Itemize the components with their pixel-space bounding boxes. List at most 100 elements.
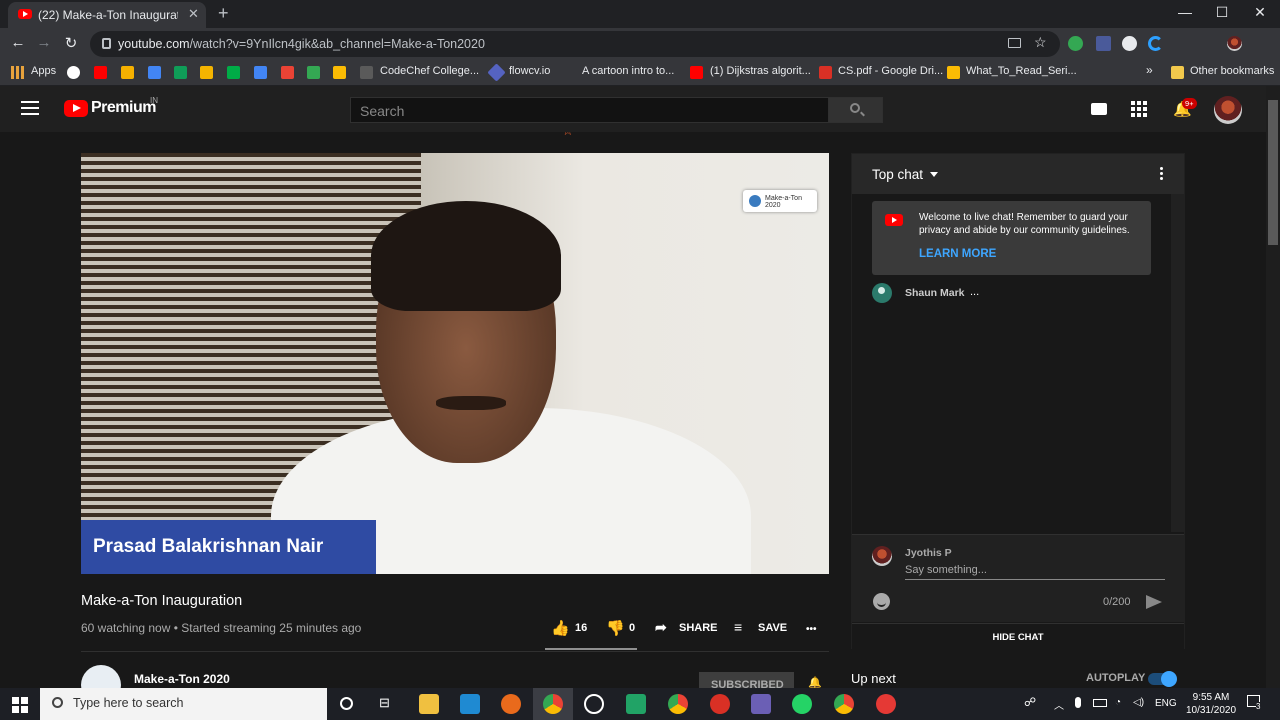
emoji-icon[interactable] <box>873 593 890 610</box>
chat-menu-icon[interactable] <box>1160 167 1163 182</box>
clock[interactable]: 9:55 AM 10/31/2020 <box>1183 691 1239 717</box>
like-thumb-icon[interactable]: 👍 <box>551 619 570 637</box>
microphone-icon[interactable] <box>1075 697 1081 708</box>
wifi-icon[interactable]: ◔ <box>1115 697 1121 708</box>
search-button[interactable] <box>828 97 883 123</box>
search-input[interactable]: Search <box>350 97 829 123</box>
flowcv-icon[interactable] <box>487 63 506 82</box>
chrome-profile-icon-4[interactable] <box>834 694 854 714</box>
extension-c-icon[interactable] <box>1148 36 1163 51</box>
bookmark-flame-icon[interactable] <box>121 66 134 79</box>
tab-close-icon[interactable]: ✕ <box>188 6 199 22</box>
back-button[interactable]: ← <box>9 34 27 51</box>
like-count[interactable]: 16 <box>575 622 587 634</box>
chat-input[interactable]: Say something... <box>905 564 1165 580</box>
vscode-icon[interactable] <box>460 694 480 714</box>
chrome-icon[interactable] <box>543 694 563 714</box>
google-keep-icon[interactable] <box>200 66 213 79</box>
apps-grid-icon[interactable] <box>11 66 24 79</box>
gmail-icon[interactable] <box>281 66 294 79</box>
chat-author-avatar[interactable] <box>872 283 892 303</box>
battery-icon[interactable] <box>1093 699 1107 707</box>
other-bookmarks[interactable]: Other bookmarks <box>1190 65 1274 77</box>
taskbar-search-input[interactable]: Type here to search <box>40 688 327 720</box>
video-player[interactable]: Make-a-Ton 2020 Prasad Balakrishnan Nair <box>81 153 829 574</box>
dislike-count[interactable]: 0 <box>629 622 635 634</box>
send-icon[interactable] <box>1146 595 1162 609</box>
scrollbar-thumb[interactable] <box>1268 100 1278 245</box>
apps-grid-icon-yt[interactable] <box>1131 101 1147 117</box>
task-view-icon[interactable]: ⊟ <box>379 695 390 711</box>
address-bar[interactable]: youtube.com/watch?v=9YnIlcn4gik&ab_chann… <box>90 31 1060 57</box>
github-icon[interactable] <box>67 66 80 79</box>
extension-circle-icon[interactable] <box>1122 36 1137 51</box>
codechef-icon[interactable] <box>360 66 373 79</box>
tray-overflow-icon[interactable]: ︿ <box>1054 697 1064 712</box>
menu-hamburger-icon[interactable] <box>21 101 39 115</box>
bookmark-dijkstras[interactable]: (1) Dijkstras algorit... <box>710 65 811 77</box>
app-purple-icon[interactable] <box>751 694 771 714</box>
pdf-icon[interactable] <box>819 66 832 79</box>
people-icon[interactable]: ☍ <box>1024 695 1036 709</box>
subscribe-button[interactable]: SUBSCRIBED <box>699 672 794 688</box>
file-explorer-icon[interactable] <box>419 694 439 714</box>
close-window-button[interactable]: ✕ <box>1250 4 1270 21</box>
windows-start-icon[interactable] <box>12 697 28 713</box>
bookmark-star-icon[interactable]: ☆ <box>1034 34 1047 51</box>
chrome-profile-icon-5[interactable] <box>876 694 896 714</box>
google-calendar-icon[interactable] <box>254 66 267 79</box>
cast-icon[interactable] <box>1008 38 1021 48</box>
chat-author-name[interactable]: Shaun Mark <box>905 287 965 299</box>
channel-name[interactable]: Make-a-Ton 2020 <box>134 672 230 686</box>
save-button[interactable]: SAVE <box>758 622 787 634</box>
maximize-button[interactable]: ☐ <box>1212 4 1232 21</box>
google-sheets-icon[interactable] <box>174 66 187 79</box>
extension-pen-icon[interactable] <box>1096 36 1111 51</box>
bookmark-flowcv[interactable]: flowcv.io <box>509 65 550 77</box>
youtube-bookmark-icon[interactable] <box>94 66 107 79</box>
minimize-button[interactable]: — <box>1175 4 1195 20</box>
save-playlist-icon[interactable]: ≡ <box>734 619 742 635</box>
url-text[interactable]: youtube.com/watch?v=9YnIlcn4gik&ab_chann… <box>118 37 485 51</box>
page-scrollbar[interactable] <box>1266 86 1280 688</box>
google-drive-icon-2[interactable] <box>947 66 960 79</box>
chat-scrollbar[interactable] <box>1171 194 1184 532</box>
hide-chat-button[interactable]: HIDE CHAT <box>852 623 1184 649</box>
chrome-profile-icon-3[interactable] <box>710 694 730 714</box>
language-indicator[interactable]: ENG <box>1155 698 1177 709</box>
bookmark-cs-pdf[interactable]: CS.pdf - Google Dri... <box>838 65 943 77</box>
forward-button[interactable]: → <box>35 34 53 51</box>
bookmark-cartoon-intro[interactable]: A cartoon intro to... <box>582 65 674 77</box>
profile-avatar-icon[interactable] <box>1227 36 1242 51</box>
bookmark-apps[interactable]: Apps <box>31 65 56 77</box>
learn-more-link[interactable]: LEARN MORE <box>919 248 996 260</box>
sublime-icon[interactable] <box>501 694 521 714</box>
cortana-icon[interactable] <box>340 697 353 710</box>
git-app-icon[interactable] <box>584 694 604 714</box>
google-drive-icon[interactable] <box>333 66 346 79</box>
youtube-bookmark-icon-2[interactable] <box>690 66 703 79</box>
chat-mode-label[interactable]: Top chat <box>872 167 923 182</box>
create-video-icon[interactable] <box>1091 103 1107 115</box>
chevron-down-icon[interactable] <box>930 172 938 177</box>
folder-icon[interactable] <box>1171 66 1184 79</box>
volume-icon[interactable]: ◁) <box>1133 697 1144 708</box>
bookmark-what-to-read[interactable]: What_To_Read_Seri... <box>966 65 1077 77</box>
extension-green-icon[interactable] <box>1068 36 1083 51</box>
share-arrow-icon[interactable]: ➦ <box>655 619 667 636</box>
more-actions-icon[interactable]: ••• <box>806 624 817 635</box>
share-button[interactable]: SHARE <box>679 622 718 634</box>
dislike-thumb-icon[interactable]: 👍 <box>606 619 625 637</box>
bookmarks-overflow-button[interactable]: » <box>1146 63 1153 77</box>
browser-tab[interactable]: (22) Make-a-Ton Inauguration - YouTube ✕ <box>8 2 206 28</box>
whatsapp-icon[interactable] <box>792 694 812 714</box>
new-tab-button[interactable]: + <box>218 3 229 24</box>
chrome-profile-icon-2[interactable] <box>668 694 688 714</box>
youtube-logo-icon[interactable] <box>64 100 88 117</box>
autoplay-toggle[interactable] <box>1148 671 1177 687</box>
lock-icon[interactable] <box>102 38 111 49</box>
google-meet-icon[interactable] <box>227 66 240 79</box>
bookmark-codechef[interactable]: CodeChef College... <box>380 65 479 77</box>
account-avatar[interactable] <box>1214 96 1242 124</box>
reload-button[interactable]: ↻ <box>62 34 80 52</box>
